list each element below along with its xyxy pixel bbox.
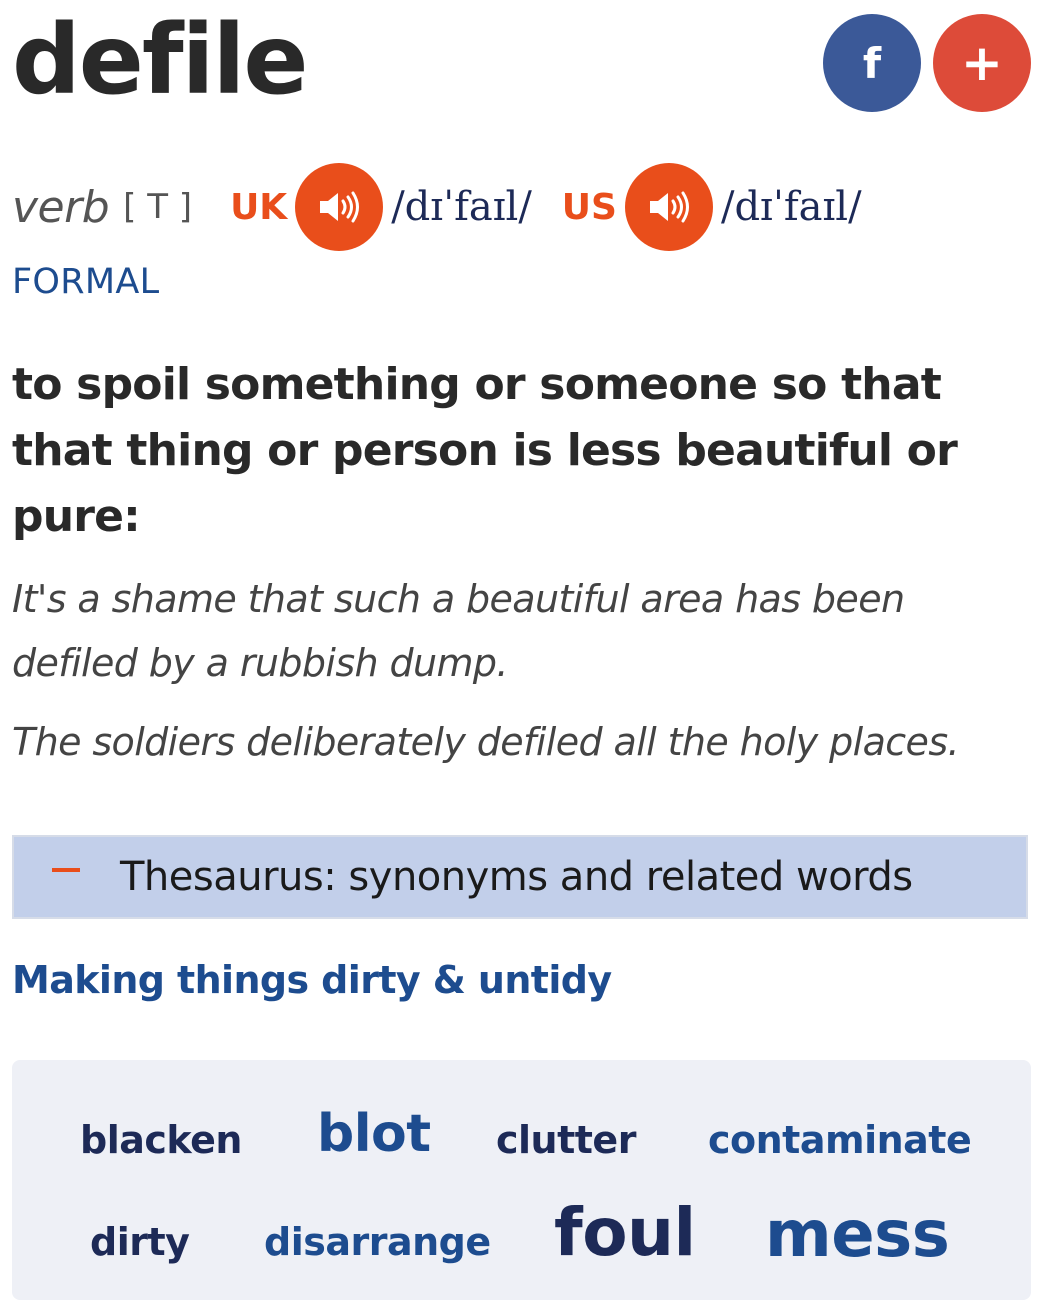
- related-word-link[interactable]: clutter: [496, 1118, 636, 1162]
- thesaurus-category-link[interactable]: Making things dirty & untidy: [12, 958, 612, 1002]
- example-sentence: It's a shame that such a beautiful area …: [12, 577, 905, 685]
- grammar-code: [ T ]: [123, 187, 193, 227]
- plus-icon: +: [961, 34, 1003, 92]
- speaker-icon: [649, 191, 689, 223]
- definition: to spoil something or someone so that th…: [12, 359, 958, 542]
- related-word-link[interactable]: blot: [317, 1104, 431, 1164]
- thesaurus-toggle-label: Thesaurus: synonyms and related words: [120, 854, 913, 900]
- us-audio-button[interactable]: [624, 163, 713, 251]
- related-word-link[interactable]: contaminate: [708, 1118, 972, 1162]
- region-label-uk: UK: [230, 186, 288, 228]
- related-word-link[interactable]: dirty: [90, 1220, 190, 1264]
- facebook-icon: f: [862, 38, 882, 88]
- part-of-speech: verb: [12, 181, 110, 233]
- related-word-link[interactable]: disarrange: [264, 1220, 491, 1264]
- ipa-uk: /dɪˈfaɪl/: [391, 184, 532, 230]
- uk-audio-button[interactable]: [295, 163, 384, 251]
- minus-icon: [52, 868, 80, 872]
- register-label: FORMAL: [12, 262, 160, 302]
- related-word-link[interactable]: foul: [554, 1194, 696, 1271]
- related-word-link[interactable]: mess: [765, 1198, 950, 1272]
- thesaurus-toggle[interactable]: Thesaurus: synonyms and related words: [12, 835, 1028, 919]
- example-sentence: The soldiers deliberately defiled all th…: [12, 720, 960, 764]
- speaker-icon: [320, 191, 360, 223]
- more-share-button[interactable]: +: [933, 14, 1031, 112]
- related-words-panel: blacken blot clutter contaminate dirty d…: [12, 1060, 1031, 1300]
- ipa-us: /dɪˈfaɪl/: [720, 184, 862, 230]
- facebook-share-button[interactable]: f: [823, 14, 921, 112]
- pronunciation-row: verb [ T ] UK /dɪˈfaɪl/ US /dɪˈfaɪl/: [12, 160, 862, 254]
- headword: defile: [12, 4, 309, 116]
- related-word-link[interactable]: blacken: [80, 1118, 242, 1162]
- region-label-us: US: [561, 186, 617, 228]
